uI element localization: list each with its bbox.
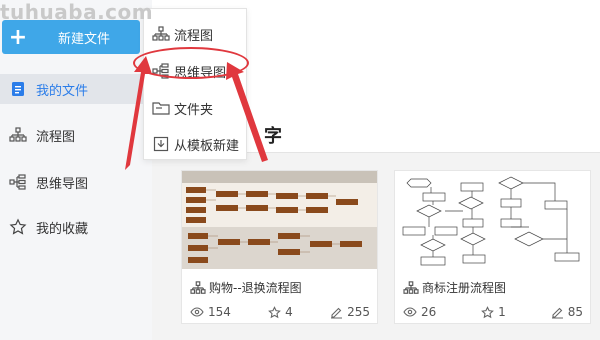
highlight-circle <box>133 47 249 79</box>
star-icon <box>268 305 282 318</box>
dropdown-item-flowchart[interactable]: 流程图 <box>144 21 246 47</box>
card-stats: 26 1 85 <box>403 305 583 319</box>
flowchart-icon <box>403 280 419 295</box>
like-count[interactable]: 4 <box>268 305 293 319</box>
card-title-row: 商标注册流程图 <box>403 279 506 296</box>
flowchart-icon <box>190 280 206 295</box>
new-file-button[interactable]: + 新建文件 <box>2 20 140 54</box>
star-icon <box>0 218 36 236</box>
new-file-label: 新建文件 <box>57 31 110 47</box>
folder-icon <box>148 100 174 116</box>
file-card[interactable]: 购物--退换流程图 154 4 255 <box>181 170 378 324</box>
sidebar: + 新建文件 我的文件 流程图 思维导图 我的收藏 <box>0 0 152 340</box>
dropdown-item-label: 从模板新建 <box>174 138 240 154</box>
flowchart-icon <box>148 26 174 42</box>
view-count: 154 <box>190 305 231 319</box>
card-stats: 154 4 255 <box>190 305 370 319</box>
card-title: 购物--退换流程图 <box>209 281 302 295</box>
card-title-row: 购物--退换流程图 <box>190 279 302 296</box>
eye-icon <box>190 307 204 317</box>
mindmap-icon <box>0 174 36 190</box>
edit-icon <box>551 307 563 319</box>
sidebar-item-label: 我的收藏 <box>36 221 89 237</box>
sidebar-item-label: 流程图 <box>36 129 76 145</box>
document-icon <box>0 81 36 97</box>
card-title: 商标注册流程图 <box>422 281 507 295</box>
flowchart-icon <box>0 127 36 143</box>
dropdown-item-label: 文件夹 <box>174 102 214 118</box>
sidebar-item-label: 思维导图 <box>36 176 89 192</box>
sidebar-item-flowchart[interactable]: 流程图 <box>0 120 152 150</box>
eye-icon <box>403 307 417 317</box>
like-count[interactable]: 1 <box>481 305 506 319</box>
star-icon <box>481 305 495 318</box>
new-file-dropdown: 流程图 思维导图 文件夹 从模板新建 <box>143 8 247 160</box>
sidebar-item-label: 我的文件 <box>36 83 89 99</box>
dropdown-item-template[interactable]: 从模板新建 <box>144 131 246 157</box>
dropdown-item-folder[interactable]: 文件夹 <box>144 95 246 121</box>
template-icon <box>148 136 174 152</box>
edit-icon <box>331 307 343 319</box>
dropdown-item-label: 流程图 <box>174 28 214 44</box>
sidebar-item-mindmap[interactable]: 思维导图 <box>0 167 152 197</box>
edit-count: 85 <box>551 305 583 319</box>
sidebar-item-favorites[interactable]: 我的收藏 <box>0 212 152 242</box>
file-card[interactable]: 商标注册流程图 26 1 85 <box>394 170 591 324</box>
card-thumbnail <box>395 171 590 269</box>
edit-count: 255 <box>330 305 370 319</box>
card-thumbnail <box>182 171 377 269</box>
section-title: 字 <box>264 126 282 147</box>
plus-icon: + <box>8 24 28 50</box>
sidebar-item-my-files[interactable]: 我的文件 <box>0 74 152 104</box>
view-count: 26 <box>403 305 436 319</box>
